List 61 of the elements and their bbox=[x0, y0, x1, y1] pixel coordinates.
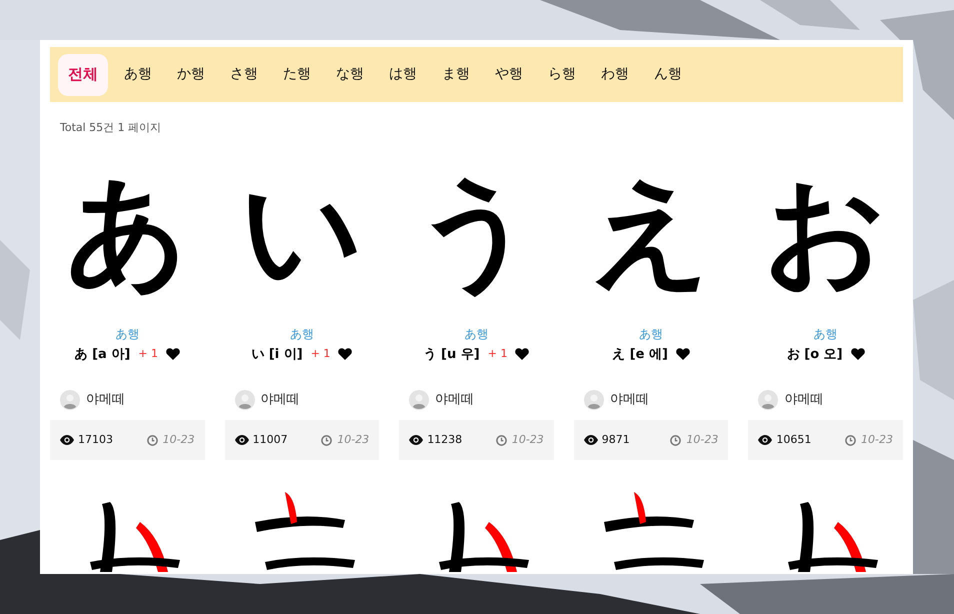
tab[interactable]: や행 bbox=[486, 54, 532, 96]
tab[interactable]: あ행 bbox=[115, 54, 161, 96]
avatar-icon bbox=[409, 390, 430, 410]
tab[interactable]: か행 bbox=[168, 54, 214, 96]
clock-icon bbox=[670, 434, 682, 446]
result-summary: Total 55건 1 페이지 bbox=[60, 120, 162, 136]
kana-image[interactable]: い bbox=[224, 142, 380, 320]
tab[interactable]: 전체 bbox=[58, 54, 108, 96]
author-name: 야메떼 bbox=[610, 391, 649, 410]
tab[interactable]: た행 bbox=[274, 54, 320, 96]
kana-image[interactable]: お bbox=[748, 142, 903, 320]
avatar-icon bbox=[758, 390, 778, 410]
author-name: 야메떼 bbox=[260, 391, 300, 410]
tab[interactable]: わ행 bbox=[592, 54, 638, 96]
card-title[interactable]: え [e 에] bbox=[612, 344, 668, 364]
card-title[interactable]: あ [a 아] bbox=[74, 344, 130, 364]
clock-icon bbox=[146, 434, 158, 446]
card-title[interactable]: う [u 우] bbox=[424, 344, 480, 364]
author-name: 야메떼 bbox=[784, 391, 824, 410]
view-count: 11007 bbox=[252, 432, 288, 448]
like-count: + 1 bbox=[138, 346, 158, 362]
date-text: 10-23 bbox=[337, 432, 370, 448]
tab[interactable]: は행 bbox=[380, 54, 426, 96]
date-text: 10-23 bbox=[162, 432, 195, 448]
author-name: 야메떼 bbox=[86, 391, 125, 410]
tab[interactable]: ら행 bbox=[539, 54, 585, 96]
eye-icon bbox=[234, 435, 249, 445]
tab[interactable]: さ행 bbox=[221, 54, 267, 96]
kana-image[interactable]: あ bbox=[50, 142, 205, 320]
author-name: 야메떼 bbox=[435, 391, 474, 410]
heart-icon[interactable] bbox=[850, 348, 865, 360]
avatar-icon bbox=[234, 390, 255, 410]
eye-icon bbox=[584, 435, 598, 445]
heart-icon[interactable] bbox=[515, 348, 530, 360]
view-count: 17103 bbox=[78, 432, 113, 448]
kana-image[interactable]: え bbox=[574, 142, 728, 320]
tab[interactable]: ま행 bbox=[433, 54, 479, 96]
tab[interactable]: な행 bbox=[327, 54, 373, 96]
like-count: + 1 bbox=[310, 346, 330, 362]
eye-icon bbox=[409, 435, 424, 445]
eye-icon bbox=[758, 435, 772, 445]
clock-icon bbox=[845, 434, 856, 446]
kana-image[interactable]: う bbox=[399, 142, 554, 320]
eye-icon bbox=[60, 435, 74, 445]
card-title[interactable]: い [i 이] bbox=[251, 344, 303, 364]
like-count: + 1 bbox=[488, 346, 508, 362]
heart-icon[interactable] bbox=[166, 348, 180, 360]
clock-icon bbox=[321, 434, 332, 446]
view-count: 10651 bbox=[776, 432, 812, 448]
date-text: 10-23 bbox=[861, 432, 893, 448]
heart-icon[interactable] bbox=[676, 348, 690, 360]
heart-icon[interactable] bbox=[338, 348, 352, 360]
avatar-icon bbox=[584, 390, 604, 410]
view-count: 9871 bbox=[602, 432, 630, 448]
clock-icon bbox=[496, 434, 507, 446]
date-text: 10-23 bbox=[512, 432, 544, 448]
avatar-icon bbox=[60, 390, 80, 410]
card-title[interactable]: お [o 오] bbox=[786, 344, 843, 364]
view-count: 11238 bbox=[427, 432, 462, 448]
tab[interactable]: ん행 bbox=[645, 54, 691, 96]
date-text: 10-23 bbox=[686, 432, 718, 448]
